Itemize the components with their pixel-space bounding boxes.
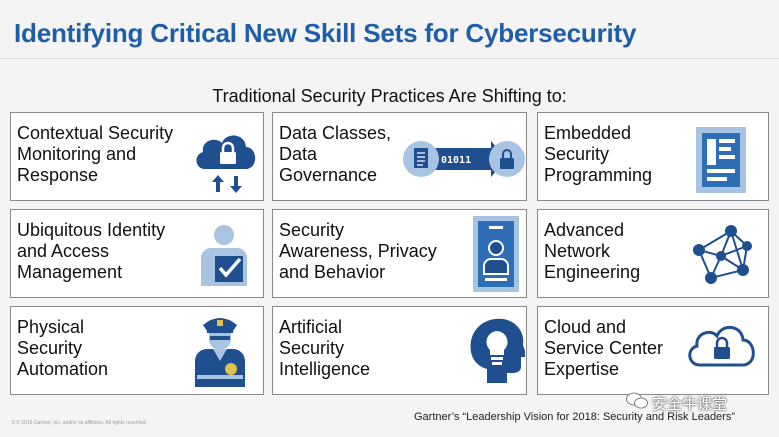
skill-card-security-awareness: Security Awareness, Privacy and Behavior bbox=[272, 209, 527, 298]
skill-card-identity-access: Ubiquitous Identity and Access Managemen… bbox=[10, 209, 264, 298]
skill-card-network-engineering: Advanced Network Engineering bbox=[537, 209, 769, 298]
skill-card-label: Contextual Security Monitoring and Respo… bbox=[17, 123, 174, 185]
skill-card-label: Advanced Network Engineering bbox=[544, 220, 641, 282]
slide-subtitle: Traditional Security Practices Are Shift… bbox=[212, 86, 567, 106]
cloud-lock-icon bbox=[191, 123, 263, 195]
skill-card-label: Security Awareness, Privacy and Behavior bbox=[279, 220, 437, 282]
network-nodes-icon bbox=[691, 224, 753, 286]
cloud-service-icon bbox=[684, 313, 760, 377]
skill-card-label: Ubiquitous Identity and Access Managemen… bbox=[17, 220, 166, 282]
skill-card-label: Data Classes, Data Governance bbox=[279, 123, 392, 185]
user-check-icon bbox=[197, 224, 253, 286]
slide-title: Identifying Critical New Skill Sets for … bbox=[14, 18, 637, 48]
head-lightbulb-icon bbox=[467, 317, 525, 383]
skill-card-label: Embedded Security Programming bbox=[544, 123, 653, 185]
data-code-text: 01011 bbox=[441, 155, 471, 166]
skill-card-physical-security: Physical Security Automation bbox=[10, 306, 264, 395]
skill-card-data-governance: Data Classes, Data Governance 01011 bbox=[272, 112, 527, 201]
skill-card-label: Cloud and Service Center Expertise bbox=[544, 317, 664, 379]
watermark-text: 安全牛课堂 bbox=[652, 395, 728, 413]
copyright-note: 5 © 2016 Gartner, Inc. and/or its affili… bbox=[12, 420, 147, 426]
skill-card-artificial-intelligence: Artificial Security Intelligence bbox=[272, 306, 527, 395]
skill-card-cloud-service: Cloud and Service Center Expertise bbox=[537, 306, 769, 395]
data-lock-arrow-icon: 01011 bbox=[403, 135, 525, 183]
skill-card-contextual-security: Contextual Security Monitoring and Respo… bbox=[10, 112, 264, 201]
skill-card-label: Physical Security Automation bbox=[17, 317, 109, 379]
security-guard-icon bbox=[191, 315, 249, 387]
watermark: 安全牛课堂 bbox=[626, 392, 727, 414]
skill-card-embedded-security: Embedded Security Programming bbox=[537, 112, 769, 201]
document-code-icon bbox=[696, 127, 746, 193]
wechat-icon bbox=[626, 392, 648, 414]
skill-card-label: Artificial Security Intelligence bbox=[279, 317, 371, 379]
id-badge-icon bbox=[473, 216, 519, 292]
title-divider bbox=[0, 58, 779, 59]
